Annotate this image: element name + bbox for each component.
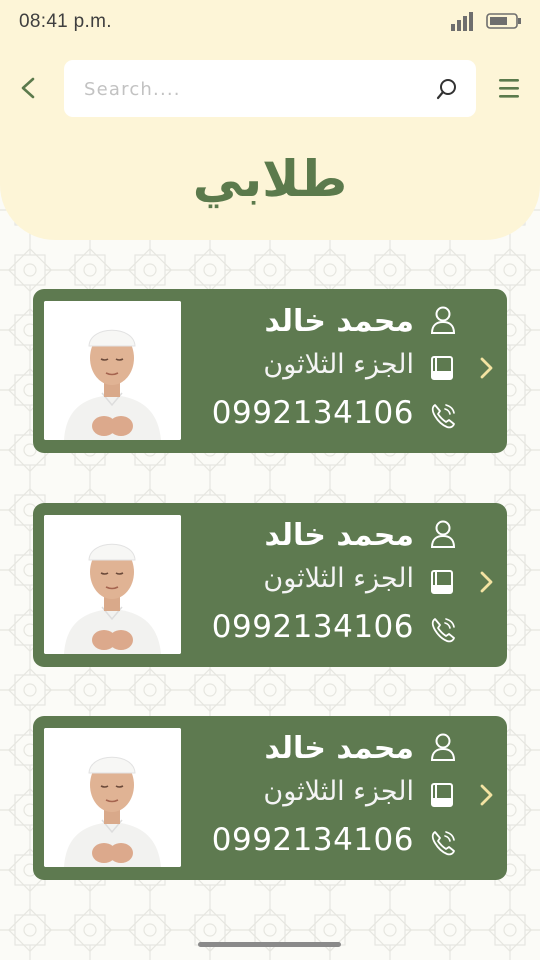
student-avatar-image (44, 301, 181, 440)
student-photo (44, 301, 181, 440)
home-indicator[interactable] (198, 942, 341, 947)
chevron-right-icon[interactable] (476, 355, 496, 381)
student-part: الجزء الثلاثون (263, 776, 414, 807)
student-phone: 0992134106 (211, 395, 414, 431)
search-input[interactable] (82, 60, 416, 119)
user-icon (430, 520, 456, 548)
student-card[interactable]: محمد خالد الجزء الثلاثون 0992134106 (33, 716, 507, 880)
student-phone: 0992134106 (211, 822, 414, 858)
chevron-left-icon (21, 77, 35, 99)
battery-icon (486, 13, 521, 29)
user-icon (430, 733, 456, 761)
search-icon[interactable] (436, 78, 458, 100)
chevron-right-icon[interactable] (476, 782, 496, 808)
student-avatar-image (44, 515, 181, 654)
book-icon (431, 356, 453, 380)
phone-icon (431, 404, 455, 429)
status-time: 08:41 p.m. (19, 11, 112, 32)
signal-icon (451, 12, 473, 31)
student-photo (44, 728, 181, 867)
phone-icon (431, 831, 455, 856)
student-name: محمد خالد (264, 518, 414, 553)
back-button[interactable] (14, 74, 42, 102)
chevron-right-icon[interactable] (476, 569, 496, 595)
student-part: الجزء الثلاثون (263, 349, 414, 380)
header: 08:41 p.m. طلابي (0, 0, 540, 240)
student-phone: 0992134106 (211, 609, 414, 645)
user-icon (430, 306, 456, 334)
student-avatar-image (44, 728, 181, 867)
phone-icon (431, 618, 455, 643)
student-photo (44, 515, 181, 654)
search-box (64, 60, 476, 119)
student-name: محمد خالد (264, 731, 414, 766)
student-card[interactable]: محمد خالد الجزء الثلاثون 0992134106 (33, 289, 507, 453)
book-icon (431, 570, 453, 594)
page-title: طلابي (192, 150, 348, 208)
student-part: الجزء الثلاثون (263, 563, 414, 594)
menu-icon[interactable] (497, 77, 523, 101)
book-icon (431, 783, 453, 807)
student-name: محمد خالد (264, 304, 414, 339)
student-card[interactable]: محمد خالد الجزء الثلاثون 0992134106 (33, 503, 507, 667)
